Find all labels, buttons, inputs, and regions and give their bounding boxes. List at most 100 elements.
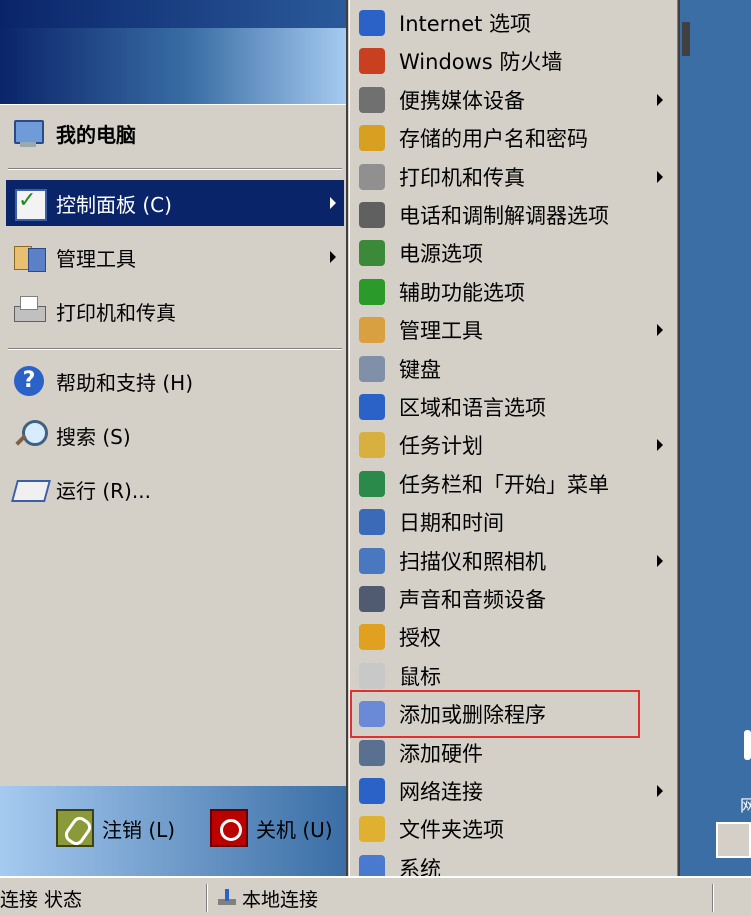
submenu-item-label: Internet 选项: [399, 12, 532, 36]
region-language-icon: [359, 394, 385, 420]
control-panel-submenu: Internet 选项 Windows 防火墙 便携媒体设备存储的用户名和密码 打印机…: [348, 0, 680, 916]
submenu-item-label: 扫描仪和照相机: [399, 549, 546, 574]
date-time-icon: [359, 509, 385, 536]
highlight-annotation: [350, 690, 640, 738]
start-menu-separator: [8, 348, 342, 350]
submenu-item-scanner-camera[interactable]: 扫描仪和照相机: [353, 542, 673, 580]
accessibility-icon: [359, 278, 385, 305]
submenu-arrow-icon: [657, 554, 663, 567]
submenu-item-label: 存储的用户名和密码: [399, 127, 588, 152]
start-item-my-computer[interactable]: 我的电脑: [6, 110, 344, 156]
submenu-item-add-hardware[interactable]: 添加硬件: [353, 734, 673, 772]
submenu-item-power-options[interactable]: 电源选项: [353, 234, 673, 272]
submenu-item-licensing[interactable]: 授权: [353, 618, 673, 656]
submenu-item-label: 声音和音频设备: [399, 588, 546, 612]
taskbar-start-icon: [359, 470, 385, 497]
taskbar-button-connection-status[interactable]: 连接 状态: [0, 882, 200, 914]
submenu-item-label: 授权: [399, 626, 441, 651]
my-computer-icon: [12, 116, 46, 150]
shutdown-label: 关机 (U): [256, 817, 333, 842]
taskbar: 连接 状态 本地连接: [0, 876, 751, 916]
start-item-search[interactable]: 搜索 (S): [6, 412, 344, 458]
submenu-arrow-icon: [330, 197, 336, 209]
help-icon: [12, 364, 46, 398]
start-menu-top-strip: [0, 0, 346, 28]
submenu-item-label: 便携媒体设备: [399, 88, 525, 113]
scheduled-tasks-icon: [359, 432, 385, 459]
submenu-item-taskbar-start[interactable]: 任务栏和「开始」菜单: [353, 465, 673, 503]
logoff-icon: [56, 809, 94, 847]
stored-passwords-icon: [359, 125, 385, 152]
submenu-item-label: 区域和语言选项: [399, 396, 546, 420]
submenu-item-printer[interactable]: 打印机和传真: [353, 158, 673, 196]
submenu-item-date-time[interactable]: 日期和时间: [353, 503, 673, 541]
mouse-icon: [359, 662, 385, 689]
submenu-item-label: 键盘: [399, 357, 441, 382]
phone-modem-icon: [359, 202, 385, 228]
start-item-admin-tools[interactable]: 管理工具: [6, 234, 344, 280]
shutdown-button[interactable]: 关机 (U): [210, 808, 333, 848]
admin-tools-icon: [359, 317, 385, 344]
tray-icon-partial[interactable]: [716, 822, 751, 858]
submenu-item-admin-tools[interactable]: 管理工具: [353, 311, 673, 349]
power-options-icon: [359, 240, 385, 267]
submenu-item-network-connections[interactable]: 网络连接: [353, 772, 673, 810]
desktop-icon-label-partial: 网: [740, 796, 751, 815]
control-panel-icon: [12, 186, 47, 221]
submenu-arrow-icon: [657, 324, 663, 337]
submenu-item-phone-modem[interactable]: 电话和调制解调器选项: [353, 196, 673, 234]
submenu-item-accessibility[interactable]: 辅助功能选项: [353, 273, 673, 311]
start-item-label: 运行 (R)...: [56, 478, 151, 503]
submenu-item-folder-options[interactable]: 文件夹选项: [353, 810, 673, 848]
submenu-arrow-icon: [330, 251, 336, 263]
start-item-help[interactable]: 帮助和支持 (H): [6, 358, 344, 404]
start-menu: 我的电脑 控制面板 (C) 管理工具 打印机和传真 帮助和支持 (H) 搜索 (…: [0, 0, 348, 876]
submenu-item-label: 鼠标: [399, 664, 441, 689]
taskbar-button-label: 连接 状态: [0, 888, 83, 911]
submenu-item-firewall[interactable]: Windows 防火墙: [353, 42, 673, 80]
submenu-arrow-icon: [657, 170, 663, 183]
submenu-arrow-icon: [657, 785, 663, 797]
start-item-label: 搜索 (S): [56, 424, 131, 449]
portable-media-icon: [359, 86, 385, 113]
admin-tools-icon: [12, 240, 46, 274]
start-menu-separator: [8, 168, 342, 170]
submenu-item-label: 网络连接: [399, 780, 483, 804]
start-item-run[interactable]: 运行 (R)...: [6, 466, 344, 512]
taskbar-separator: [206, 884, 208, 912]
start-item-control-panel[interactable]: 控制面板 (C): [6, 180, 344, 226]
start-item-printers[interactable]: 打印机和传真: [6, 288, 344, 334]
submenu-item-keyboard[interactable]: 键盘: [353, 350, 673, 388]
submenu-item-stored-passwords[interactable]: 存储的用户名和密码: [353, 119, 673, 157]
submenu-item-label: 管理工具: [399, 319, 483, 344]
run-icon: [12, 472, 46, 506]
add-hardware-icon: [359, 739, 385, 766]
submenu-item-label: 电话和调制解调器选项: [399, 204, 609, 228]
submenu-item-label: Windows 防火墙: [399, 50, 563, 75]
submenu-item-label: 添加硬件: [399, 741, 483, 766]
submenu-item-label: 打印机和传真: [399, 165, 525, 190]
taskbar-button-local-connection[interactable]: 本地连接: [216, 882, 346, 914]
start-item-label: 我的电脑: [56, 122, 136, 147]
licensing-icon: [359, 624, 385, 651]
submenu-item-portable-media[interactable]: 便携媒体设备: [353, 81, 673, 119]
shutdown-icon: [210, 809, 248, 847]
submenu-item-scheduled-tasks[interactable]: 任务计划: [353, 426, 673, 464]
network-icon: [216, 887, 238, 909]
search-icon: [12, 418, 48, 452]
submenu-item-label: 文件夹选项: [399, 818, 504, 843]
submenu-item-region-language[interactable]: 区域和语言选项: [353, 388, 673, 426]
start-item-label: 控制面板 (C): [56, 192, 172, 217]
logoff-button[interactable]: 注销 (L): [56, 808, 175, 848]
submenu-item-internet-options[interactable]: Internet 选项: [353, 4, 673, 42]
desktop-icon-partial: [744, 730, 751, 760]
network-connections-icon: [359, 778, 385, 804]
taskbar-separator: [712, 884, 714, 912]
printer-icon: [12, 294, 46, 328]
folder-options-icon: [359, 816, 385, 843]
start-item-label: 管理工具: [56, 246, 136, 271]
submenu-item-sound-audio[interactable]: 声音和音频设备: [353, 580, 673, 618]
submenu-item-label: 任务栏和「开始」菜单: [399, 472, 609, 497]
firewall-icon: [359, 48, 385, 75]
submenu-item-label: 辅助功能选项: [399, 280, 525, 305]
